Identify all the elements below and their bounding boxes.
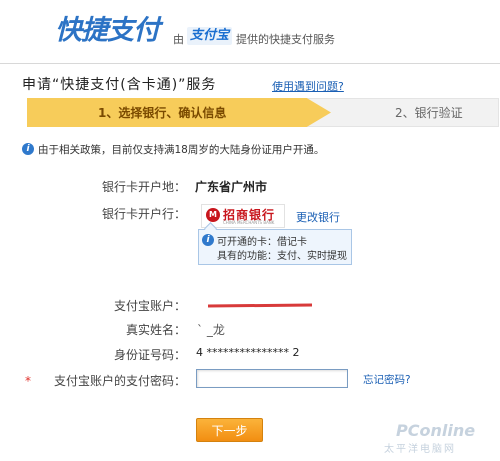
id-number-label: 身份证号码： xyxy=(113,348,186,362)
bank-english-name: CHINA MERCHANTS BANK xyxy=(223,220,275,225)
account-label: 支付宝账户： xyxy=(113,299,186,313)
bank-location-value: 广东省广州市 xyxy=(195,180,268,194)
step-1-label: 1、选择银行、确认信息 xyxy=(98,106,227,120)
header-divider xyxy=(0,63,500,64)
page-title: 申请“快捷支付(含卡通)”服务 xyxy=(22,77,217,93)
alipay-logo: 支付宝 xyxy=(187,27,233,45)
change-bank-link[interactable]: 更改银行 xyxy=(296,209,340,225)
help-link[interactable]: 使用遇到问题? xyxy=(272,78,344,94)
kuaijie-logo: 快捷支付 xyxy=(55,15,160,46)
tip-functions: 具有的功能：支付、实时提现 xyxy=(217,251,347,262)
step-2-label: 2、银行验证 xyxy=(395,106,463,120)
policy-notice: 由于相关政策，目前仅支持满18周岁的大陆身份证用户开通。 xyxy=(38,144,325,156)
tip-info-icon: i xyxy=(202,234,214,246)
forgot-password-link[interactable]: 忘记密码? xyxy=(363,372,411,387)
provider-prefix: 由 xyxy=(173,33,184,46)
tip-card-types: 可开通的卡：借记卡 xyxy=(217,237,307,248)
bank-label: 银行卡开户行： xyxy=(101,207,186,221)
payment-password-input[interactable] xyxy=(196,369,348,388)
provider-text: 提供的快捷支付服务 xyxy=(236,33,335,46)
pconline-watermark-sub: 太平洋电脑网 xyxy=(384,444,456,455)
payment-password-label: 支付宝账户的支付密码： xyxy=(53,374,186,388)
account-redaction xyxy=(207,303,313,308)
real-name-value: ` _龙 xyxy=(197,323,225,337)
info-icon: i xyxy=(22,143,34,155)
id-number-value: 4 *************** 2 xyxy=(196,346,300,359)
bank-emblem-icon: M xyxy=(206,208,220,222)
real-name-label: 真实姓名： xyxy=(125,323,186,337)
next-step-button[interactable]: 下一步 xyxy=(196,418,263,442)
bank-location-label: 银行卡开户地： xyxy=(101,180,186,194)
pconline-watermark: PConline xyxy=(396,421,476,440)
